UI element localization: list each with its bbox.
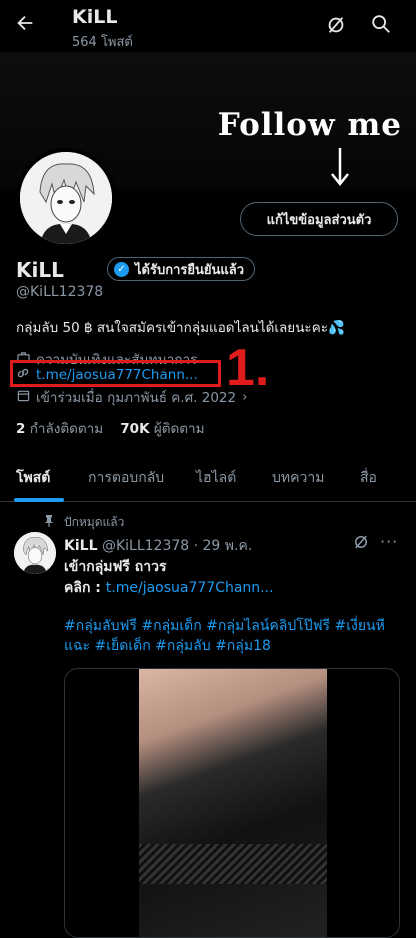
post-link-prefix: คลิก : <box>64 580 106 596</box>
post-link[interactable]: t.me/jaosua777Chann... <box>106 580 274 596</box>
grok-icon[interactable] <box>352 533 370 556</box>
follow-stats: 2 กำลังติดตาม 70K ผู้ติดตาม <box>16 417 205 439</box>
banner-text: Follow me <box>217 107 402 143</box>
tab-media[interactable]: สื่อ <box>360 467 377 489</box>
more-icon[interactable]: ··· <box>380 532 398 551</box>
profile-bio: กลุ่มลับ 50 ฿ สนใจสมัครเข้ากลุ่มแอดไลนได… <box>16 320 345 336</box>
post-hashtags[interactable]: #กลุ่มลับฟรี #กลุ่มเด็ก #กลุ่มไลน์คลิปโป… <box>64 616 386 656</box>
tab-highlights[interactable]: ไฮไลต์ <box>196 467 236 489</box>
profile-tabs: โพสต์ การตอบกลับ ไฮไลต์ บทความ สื่อ <box>0 453 416 502</box>
grok-icon[interactable] <box>325 14 347 40</box>
post-text-line2: คลิก : t.me/jaosua777Chann... <box>64 577 274 599</box>
annotation-label: 1. <box>226 339 270 397</box>
tab-posts[interactable]: โพสต์ <box>16 467 50 489</box>
profile-handle: @KiLL12378 <box>16 284 104 300</box>
joined-text: เข้าร่วมเมื่อ กุมภาพันธ์ ค.ศ. 2022 <box>36 390 237 406</box>
post-handle-date[interactable]: @KiLL12378 · 29 พ.ค. <box>102 538 252 554</box>
post-avatar[interactable] <box>14 532 56 574</box>
post-header: KiLL @KiLL12378 · 29 พ.ค. <box>64 535 252 557</box>
profile-name: KiLL <box>16 258 64 282</box>
verified-badge[interactable]: ✓ ได้รับการยืนยันแล้ว <box>107 257 256 281</box>
search-icon[interactable] <box>370 13 392 39</box>
following-label[interactable]: กำลังติดตาม <box>30 421 103 437</box>
profile-avatar[interactable] <box>16 148 116 248</box>
post-text-line1: เข้ากลุ่มฟรี ถาวร <box>64 559 167 575</box>
verified-check-icon: ✓ <box>114 261 129 277</box>
header-title: KiLL <box>72 6 118 28</box>
top-header: KiLL 564 โพสต์ <box>0 0 416 52</box>
following-count[interactable]: 2 <box>16 421 25 437</box>
arrow-down-icon <box>330 148 350 188</box>
post-author[interactable]: KiLL <box>64 538 98 554</box>
verified-label: ได้รับการยืนยันแล้ว <box>135 262 245 278</box>
media-image <box>139 669 327 937</box>
followers-count[interactable]: 70K <box>120 421 149 437</box>
header-post-count: 564 โพสต์ <box>72 35 133 50</box>
calendar-icon <box>16 389 30 406</box>
annotation-highlight-box <box>10 360 221 387</box>
tab-replies[interactable]: การตอบกลับ <box>88 467 164 489</box>
pinned-label: ปักหมุดแล้ว <box>64 515 125 529</box>
arrow-left-icon[interactable] <box>14 12 36 40</box>
tab-articles[interactable]: บทความ <box>272 467 324 489</box>
profile-joined: เข้าร่วมเมื่อ กุมภาพันธ์ ค.ศ. 2022 › <box>16 386 248 408</box>
active-tab-indicator <box>14 498 64 502</box>
edit-profile-button[interactable]: แก้ไขข้อมูลส่วนตัว <box>240 202 398 236</box>
pin-icon <box>44 515 54 530</box>
post-media[interactable] <box>64 668 400 938</box>
pinned-indicator: ปักหมุดแล้ว <box>44 513 124 532</box>
followers-label[interactable]: ผู้ติดตาม <box>154 421 205 437</box>
media-image-detail <box>139 844 327 884</box>
